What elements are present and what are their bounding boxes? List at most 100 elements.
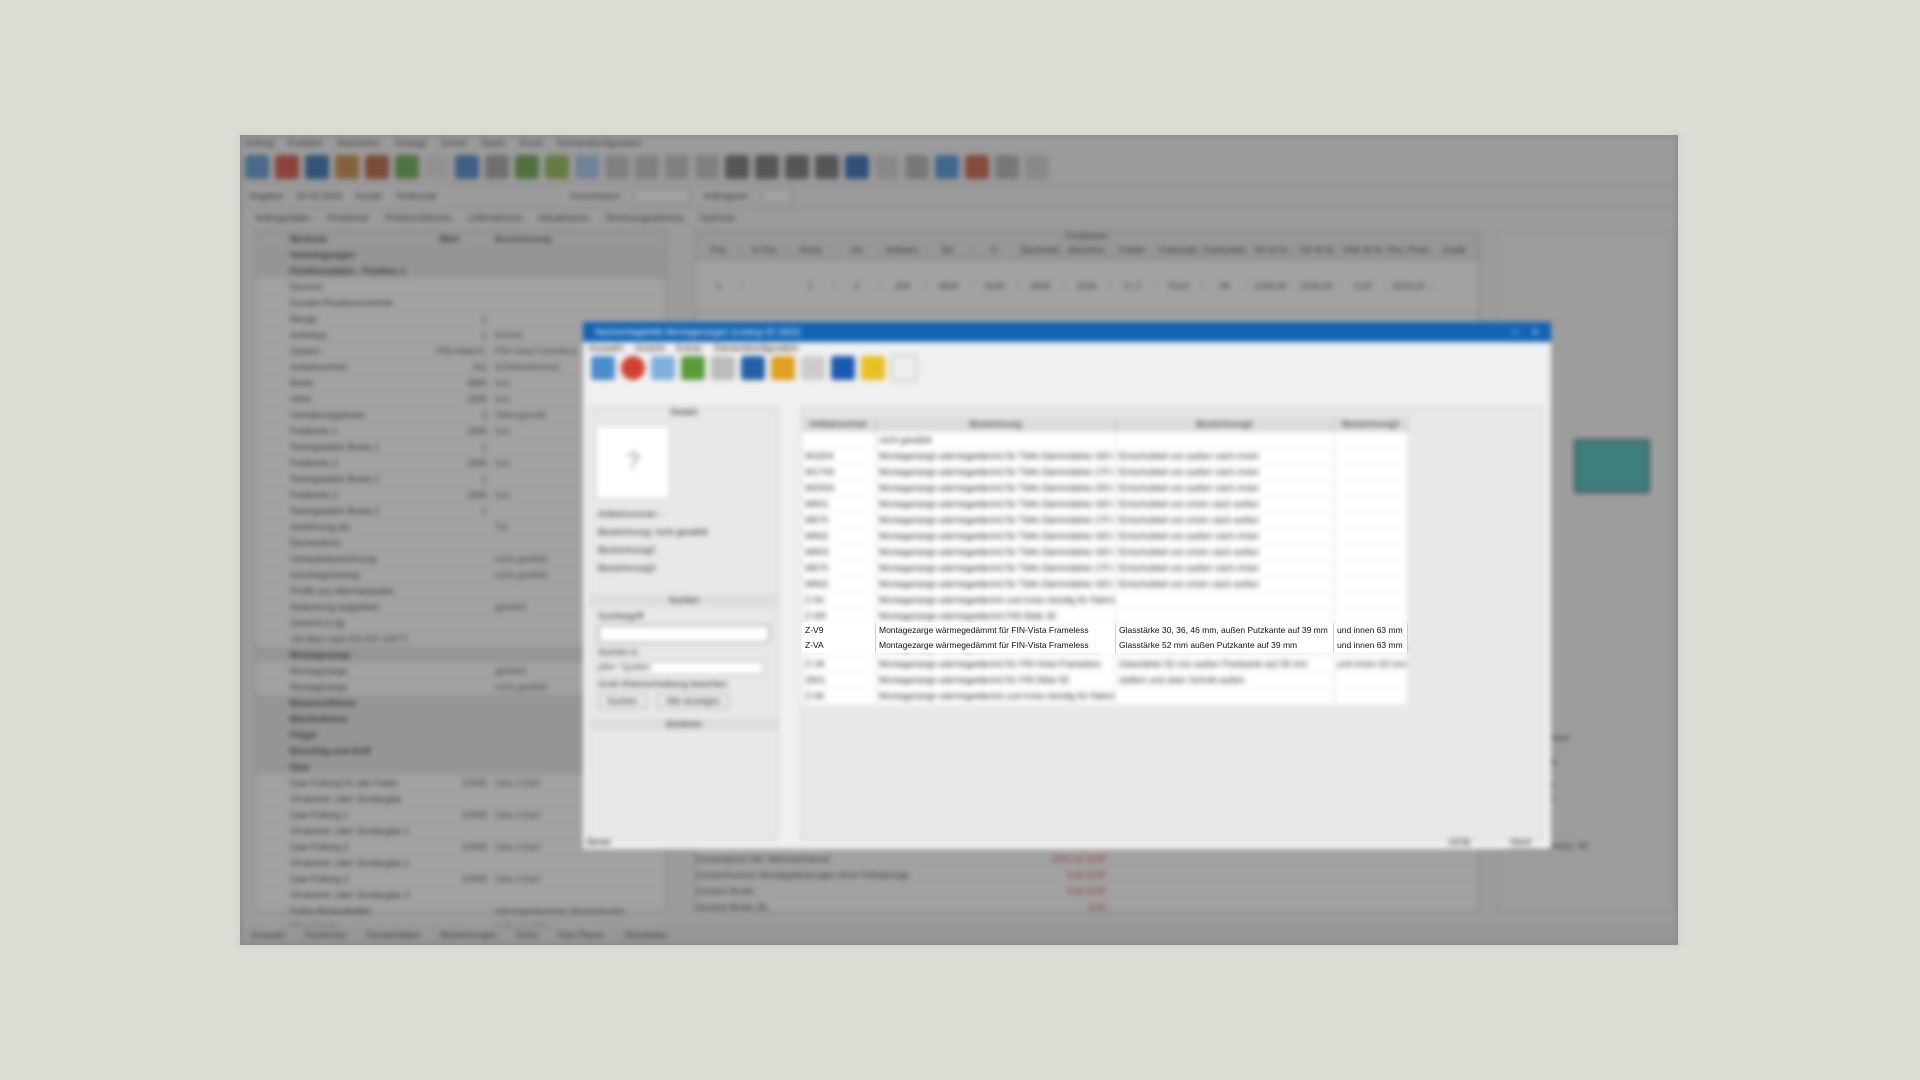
- tree-group-row[interactable]: Vorbelegungen: [256, 247, 666, 263]
- kunde-value[interactable]: Testkunde: [396, 191, 437, 201]
- row-value[interactable]: 12435: [411, 810, 491, 820]
- table-row[interactable]: W670 Montagezarge wärmegedämmt für Tiefe …: [802, 561, 1408, 577]
- tree-row[interactable]: Farbe Abstandhalter wärmegedämmter Abstan…: [256, 903, 666, 919]
- highlighted-row-z-v9[interactable]: Z-V9 Montagezarge wärmegedämmt für FIN-V…: [802, 623, 1408, 638]
- table-row[interactable]: W601 Montagezarge wärmegedämmt für Tiefe …: [802, 497, 1408, 513]
- table-row[interactable]: nicht gewählt: [802, 433, 1408, 449]
- row-value[interactable]: 1600: [411, 458, 491, 468]
- row-value[interactable]: 12435: [411, 778, 491, 788]
- bottom-tab[interactable]: Positionen: [305, 930, 347, 940]
- menu-item[interactable]: Extras: [441, 138, 467, 148]
- tree-row[interactable]: Ornament- oder Sonderglas 2: [256, 855, 666, 871]
- tree-row[interactable]: Kunden-Positionsnummer: [256, 295, 666, 311]
- column-header[interactable]: Bezeichnung: [876, 417, 1116, 431]
- row-value[interactable]: 1: [411, 474, 491, 484]
- tab-3[interactable]: Lieferadresse: [468, 213, 523, 223]
- bottom-tab[interactable]: Stücklisten: [624, 930, 668, 940]
- column-header[interactable]: Bezeichnung2: [1116, 417, 1334, 431]
- case-sensitive-checkbox[interactable]: Groß-/Kleinschreibung beachten: [590, 675, 778, 693]
- row-value[interactable]: 4800: [411, 378, 491, 388]
- row-value[interactable]: 1600: [411, 426, 491, 436]
- arrows-icon[interactable]: [665, 155, 689, 179]
- sort-section-header[interactable]: Sortieren: [590, 719, 778, 731]
- auftragsart-input[interactable]: [761, 188, 792, 204]
- bottom-tab[interactable]: Extra: [517, 930, 538, 940]
- dialog-menu-item[interactable]: Extras: [677, 343, 703, 353]
- help-icon[interactable]: [455, 155, 479, 179]
- refresh-icon[interactable]: [771, 356, 795, 380]
- table-row[interactable]: W670 Montagezarge wärmegedämmt für Tiefe …: [802, 513, 1408, 529]
- tree-row[interactable]: Ornament- oder Sonderglas 3: [256, 887, 666, 903]
- row-value[interactable]: 1: [411, 330, 491, 340]
- search-in-select[interactable]: allen Spalten: [598, 661, 764, 675]
- highlighted-row-z-va[interactable]: Z-VA Montagezarge wärmegedämmt für FIN-V…: [802, 638, 1408, 653]
- menu-item[interactable]: Bearbeiten: [337, 138, 381, 148]
- row-value[interactable]: 411: [411, 362, 491, 372]
- show-all-button[interactable]: Alle anzeigen: [657, 693, 730, 709]
- table-icon[interactable]: [651, 356, 675, 380]
- row-value[interactable]: 1600: [411, 490, 491, 500]
- bottom-tab[interactable]: Kundendaten: [367, 930, 421, 940]
- print-icon[interactable]: [725, 155, 749, 179]
- settings-icon[interactable]: [245, 155, 269, 179]
- tab-4[interactable]: Aktualisieren: [538, 213, 590, 223]
- save-icon[interactable]: [741, 356, 765, 380]
- save-icon[interactable]: [305, 155, 329, 179]
- stop-icon[interactable]: [621, 356, 645, 380]
- maximize-icon[interactable]: □: [1512, 327, 1517, 337]
- tools-icon[interactable]: [965, 155, 989, 179]
- filter-icon[interactable]: [995, 155, 1019, 179]
- table-row[interactable]: Z601 Montagezarge wärmegedämmt für FIN-Sl…: [802, 673, 1408, 689]
- menu-item[interactable]: Erstellen: [288, 138, 323, 148]
- kommission-input[interactable]: [633, 188, 690, 204]
- tab-5[interactable]: Rechnungsadresse: [606, 213, 684, 223]
- print-icon[interactable]: [755, 155, 779, 179]
- tab-0[interactable]: Auftragsdaten: [255, 213, 311, 223]
- bottom-tab[interactable]: Bemerkungen: [441, 930, 497, 940]
- table-row[interactable]: W602 Montagezarge wärmegedämmt für Tiefe …: [802, 577, 1408, 593]
- table-row[interactable]: Z-Alt Montagezarge wärmegedämmt und innen…: [802, 689, 1408, 705]
- table-row[interactable]: W170A Montagezarge wärmegedämmt für Tiefe…: [802, 465, 1408, 481]
- positions-row[interactable]: 1 1 2 204 3600 2100 3600 2100 3 / 1 P113 45 2233,20…: [696, 260, 1478, 313]
- menu-item[interactable]: Elementkonfiguration: [557, 138, 642, 148]
- search-button[interactable]: Suchen: [598, 693, 647, 709]
- tab-2[interactable]: Preiskonditionen: [385, 213, 452, 223]
- dialog-menu-item[interactable]: Elementkonfiguration: [714, 343, 799, 353]
- people-icon[interactable]: [365, 155, 389, 179]
- refresh-icon[interactable]: [395, 155, 419, 179]
- grid-icon[interactable]: [681, 356, 705, 380]
- menu-item[interactable]: Anzeige: [395, 138, 428, 148]
- arrow-icon[interactable]: [635, 155, 659, 179]
- settings-icon[interactable]: [591, 356, 615, 380]
- table-icon[interactable]: [575, 155, 599, 179]
- tree-row[interactable]: Element: [256, 279, 666, 295]
- bottom-tab[interactable]: Foto Planer: [558, 930, 605, 940]
- table-row[interactable]: W603 Montagezarge wärmegedämmt für Tiefe …: [802, 545, 1408, 561]
- table-row[interactable]: W1604 Montagezarge wärmegedämmt für Tiefe…: [802, 449, 1408, 465]
- print-icon[interactable]: [785, 155, 809, 179]
- users-icon[interactable]: [335, 155, 359, 179]
- diamond-icon[interactable]: [845, 155, 869, 179]
- edit-icon[interactable]: [545, 155, 569, 179]
- grid-icon[interactable]: [485, 155, 509, 179]
- row-value[interactable]: 1: [411, 314, 491, 324]
- dialog-menu-item[interactable]: Ansicht: [635, 343, 665, 353]
- document-icon[interactable]: [425, 155, 449, 179]
- row-value[interactable]: 12435: [411, 874, 491, 884]
- tab-6[interactable]: Optionen: [699, 213, 736, 223]
- menu-item[interactable]: Druck: [520, 138, 544, 148]
- table-row[interactable]: Z-VA Montagezarge wärmegedämmt für FIN-Vi…: [802, 657, 1408, 673]
- pen-icon[interactable]: [801, 356, 825, 380]
- filter-icon[interactable]: [711, 356, 735, 380]
- menu-item[interactable]: Spitze: [481, 138, 506, 148]
- pen-icon[interactable]: [875, 155, 899, 179]
- column-header[interactable]: Artikelnummer: [802, 417, 876, 431]
- table-row[interactable]: W200A Montagezarge wärmegedämmt für Tiefe…: [802, 481, 1408, 497]
- row-value[interactable]: FIN-Vista Fr.: [411, 346, 491, 356]
- tree-icon[interactable]: [515, 155, 539, 179]
- sync-icon[interactable]: [935, 155, 959, 179]
- tree-row[interactable]: Glas-Füllung 3 12435 Glas 3-fach: [256, 871, 666, 887]
- table-row[interactable]: Z-AV Montagezarge wärmegedämmt und innen …: [802, 593, 1408, 609]
- menu-item[interactable]: Auftrag: [245, 138, 274, 148]
- stop-icon[interactable]: [275, 155, 299, 179]
